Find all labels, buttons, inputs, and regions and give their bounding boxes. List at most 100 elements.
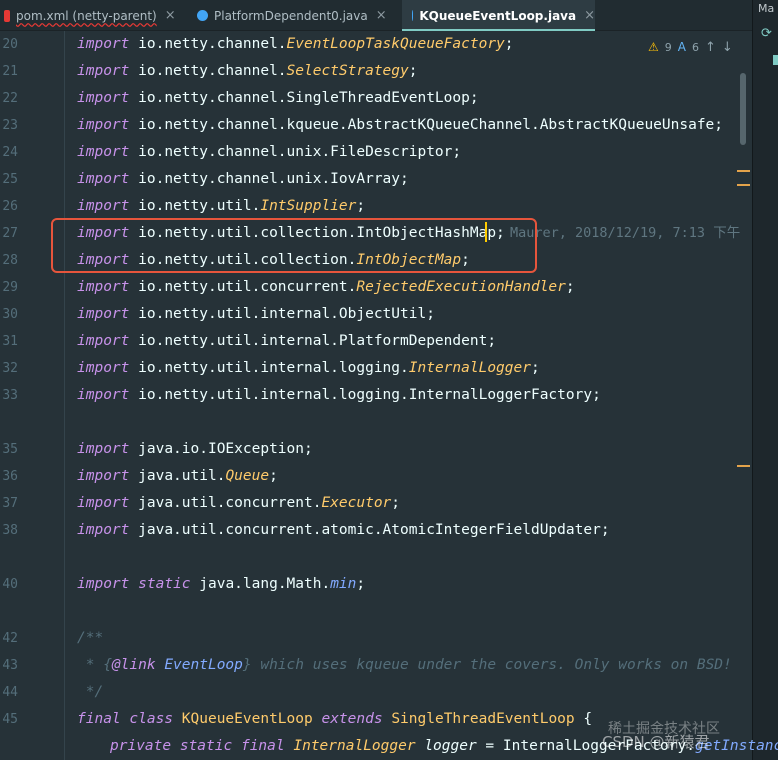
package-path: io.netty.util.internal.logging.: [138, 360, 409, 376]
package-path: io.netty.util.internal.logging.InternalL…: [138, 387, 593, 403]
package-path: io.netty.channel.: [138, 63, 287, 79]
code-line: import io.netty.channel.SelectStrategy;: [77, 58, 417, 85]
close-icon[interactable]: ×: [165, 8, 176, 23]
sync-icon[interactable]: ⟳: [761, 26, 772, 41]
typo-icon[interactable]: A: [678, 40, 686, 54]
package-path: io.netty.util.internal.ObjectUtil: [138, 306, 427, 322]
code-line: import io.netty.util.internal.logging.In…: [77, 382, 601, 409]
semicolon: ;: [469, 90, 479, 106]
class-name: IntSupplier: [260, 198, 357, 214]
semicolon: ;: [426, 306, 435, 322]
keyword: final: [240, 738, 285, 754]
maven-file-icon: [4, 9, 10, 22]
panel-marker: [773, 55, 778, 65]
code-line: import io.netty.channel.unix.FileDescrip…: [77, 139, 461, 166]
semicolon: ;: [530, 360, 540, 376]
code-line: import java.util.concurrent.Executor;: [77, 490, 400, 517]
keyword: import: [77, 117, 130, 133]
warning-stripe[interactable]: [737, 170, 750, 172]
keyword: import: [77, 333, 130, 349]
credit-text: CSDN @新猿君: [602, 733, 710, 751]
semicolon: ;: [487, 333, 497, 349]
keyword: import: [77, 144, 130, 160]
operator: =: [476, 738, 503, 754]
keyword: import: [77, 522, 130, 538]
package-path: io.netty.util.: [138, 198, 261, 214]
maven-panel-label[interactable]: Ma: [758, 2, 774, 15]
tab-label: PlatformDependent0.java: [214, 8, 368, 23]
semicolon: ;: [592, 387, 601, 403]
code-line: import io.netty.util.internal.ObjectUtil…: [77, 301, 435, 328]
package-path: io.netty.util.concurrent.: [138, 279, 357, 295]
java-class-icon: [197, 10, 208, 21]
semicolon: ;: [356, 198, 366, 214]
code-line: import static java.lang.Math.min;: [77, 571, 365, 598]
code-line: import io.netty.util.internal.PlatformDe…: [77, 328, 496, 355]
tab-label: pom.xml (netty-parent): [16, 8, 157, 23]
keyword: import: [77, 576, 130, 592]
code-line: import java.io.IOException;: [77, 436, 313, 463]
class-name: SingleThreadEventLoop: [391, 711, 575, 727]
warning-icon[interactable]: ⚠: [648, 40, 659, 54]
keyword: final: [77, 711, 121, 727]
brace: {: [574, 711, 593, 727]
semicolon: ;: [391, 495, 401, 511]
semicolon: ;: [356, 576, 366, 592]
keyword: import: [77, 279, 130, 295]
close-icon[interactable]: ×: [376, 8, 387, 23]
class-name: Queue: [225, 468, 270, 484]
tab-kqueue-event-loop[interactable]: KQueueEventLoop.java ×: [402, 0, 595, 31]
semicolon: ;: [600, 522, 610, 538]
right-tool-panel: Ma ⟳: [752, 0, 778, 760]
code-editor[interactable]: import io.netty.channel. EventLoopTaskQue…: [0, 31, 778, 760]
javadoc-ref: EventLoop: [164, 657, 243, 673]
keyword: import: [77, 360, 130, 376]
code-line: import io.netty.channel.SingleThreadEven…: [77, 85, 479, 112]
next-highlight-icon[interactable]: ↓: [722, 40, 733, 55]
package-path: java.util.: [138, 468, 226, 484]
class-name: EventLoopTaskQueueFactory: [286, 36, 505, 52]
comment-text: * {: [77, 657, 112, 673]
previous-highlight-icon[interactable]: ↑: [705, 40, 716, 55]
code-line: final class KQueueEventLoop extends Sing…: [77, 706, 592, 733]
class-name: RejectedExecutionHandler: [356, 279, 566, 295]
keyword: import: [77, 468, 130, 484]
class-name: KQueueEventLoop: [181, 711, 313, 727]
type-name: InternalLogger: [293, 738, 416, 754]
highlight-box: [51, 218, 537, 273]
semicolon: ;: [400, 171, 409, 187]
code-line: import java.util.Queue;: [77, 463, 278, 490]
semicolon: ;: [408, 63, 418, 79]
keyword: import: [77, 90, 130, 106]
code-line: import java.util.concurrent.atomic.Atomi…: [77, 517, 610, 544]
code-line: import io.netty.util.internal.logging.In…: [77, 355, 540, 382]
git-blame-annotation: Maurer, 2018/12/19, 7:13 下午: [510, 225, 741, 241]
typo-count: 6: [691, 40, 699, 54]
semicolon: ;: [269, 468, 278, 484]
close-icon[interactable]: ×: [584, 8, 595, 23]
package-path: java.util.concurrent.: [138, 495, 322, 511]
scrollbar-thumb[interactable]: [740, 73, 746, 145]
tab-platform-dependent0[interactable]: PlatformDependent0.java ×: [197, 0, 402, 31]
warning-stripe[interactable]: [737, 184, 750, 186]
package-path: java.lang.Math.: [199, 576, 331, 592]
keyword: import: [77, 306, 130, 322]
javadoc-tag: @link: [111, 657, 156, 673]
keyword: import: [77, 441, 130, 457]
tab-pom-xml[interactable]: pom.xml (netty-parent) ×: [0, 0, 195, 31]
semicolon: ;: [504, 36, 514, 52]
package-path: io.netty.channel.kqueue.AbstractKQueueCh…: [138, 117, 715, 133]
keyword: import: [77, 171, 130, 187]
comment-line: */: [77, 684, 104, 700]
class-name: Executor: [321, 495, 392, 511]
java-class-icon: [412, 10, 414, 21]
code-line: import io.netty.channel.kqueue.AbstractK…: [77, 112, 723, 139]
package-path: io.netty.util.internal.PlatformDependent: [138, 333, 488, 349]
package-path: java.util.concurrent.atomic.AtomicIntege…: [138, 522, 601, 538]
warning-stripe[interactable]: [737, 465, 750, 467]
keyword: static: [179, 738, 233, 754]
code-line: import io.netty.util.IntSupplier;: [77, 193, 365, 220]
inspection-widget[interactable]: ⚠ 9 A 6 ↑ ↓: [648, 38, 733, 56]
keyword: import: [77, 495, 130, 511]
code-line: import io.netty.util.concurrent.Rejected…: [77, 274, 575, 301]
